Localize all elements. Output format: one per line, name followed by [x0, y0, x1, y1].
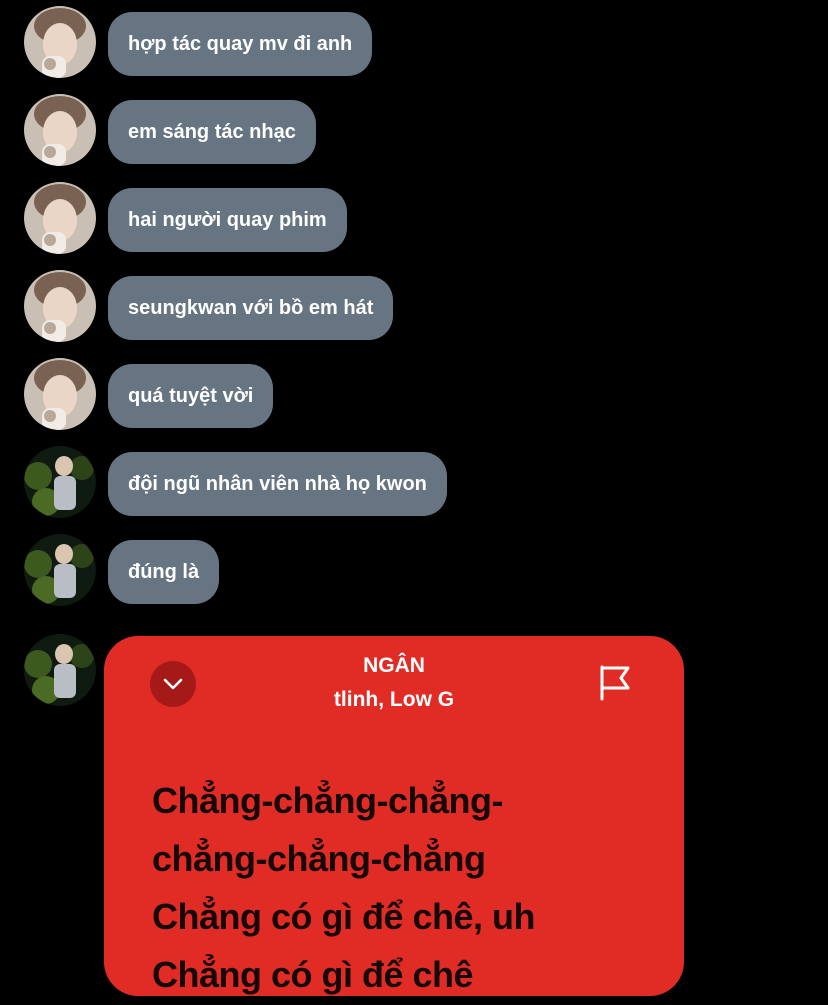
message-bubble[interactable]: đúng là [108, 540, 220, 604]
lyric-line: chẳng-chẳng-chẳng [152, 838, 486, 879]
avatar[interactable] [24, 6, 96, 78]
avatar-forest-photo-icon [24, 534, 96, 606]
message-bubble[interactable]: em sáng tác nhạc [108, 100, 316, 164]
message-text: em sáng tác nhạc [128, 120, 296, 143]
avatar[interactable] [24, 94, 96, 166]
avatar[interactable] [24, 182, 96, 254]
chat-thread: hợp tác quay mv đi anh em sáng tác nhạc [0, 0, 828, 1005]
avatar[interactable] [24, 446, 96, 518]
avatar-boy-photo-icon [24, 182, 96, 254]
avatar-forest-photo-icon [24, 446, 96, 518]
message-text: đúng là [128, 560, 200, 583]
avatar[interactable] [24, 358, 96, 430]
song-artist: tlinh, Low G [333, 688, 455, 711]
message-bubble[interactable]: seungkwan với bồ em hát [108, 276, 394, 340]
avatar-forest-photo-icon [24, 634, 96, 706]
avatar-boy-photo-icon [24, 6, 96, 78]
avatar[interactable] [24, 634, 96, 706]
lyric-line: Chẳng có gì để chê [152, 954, 474, 995]
report-button[interactable] [598, 664, 632, 702]
lyrics-block: Chẳng-chẳng-chẳng- chẳng-chẳng-chẳng Chẳ… [152, 772, 672, 996]
avatar-boy-photo-icon [24, 270, 96, 342]
message-text: đội ngũ nhân viên nhà họ kwon [128, 472, 427, 495]
avatar[interactable] [24, 534, 96, 606]
message-bubble[interactable]: hai người quay phim [108, 188, 347, 252]
flag-icon [600, 665, 630, 701]
message-text: quá tuyệt vời [128, 384, 254, 407]
avatar[interactable] [24, 270, 96, 342]
message-bubble[interactable]: hợp tác quay mv đi anh [108, 12, 373, 76]
lyric-line: Chẳng có gì để chê, uh [152, 896, 536, 937]
avatar-boy-photo-icon [24, 358, 96, 430]
message-text: hai người quay phim [128, 208, 327, 231]
avatar-boy-photo-icon [24, 94, 96, 166]
lyrics-card[interactable]: NGÂN tlinh, Low G Chẳng-chẳng-chẳng- chẳ… [104, 636, 684, 996]
message-text: hợp tác quay mv đi anh [128, 32, 353, 55]
message-bubble[interactable]: quá tuyệt vời [108, 364, 274, 428]
lyric-line: Chẳng-chẳng-chẳng- [152, 780, 503, 821]
song-title: NGÂN [363, 654, 425, 677]
message-bubble[interactable]: đội ngũ nhân viên nhà họ kwon [108, 452, 447, 516]
message-text: seungkwan với bồ em hát [128, 296, 374, 319]
